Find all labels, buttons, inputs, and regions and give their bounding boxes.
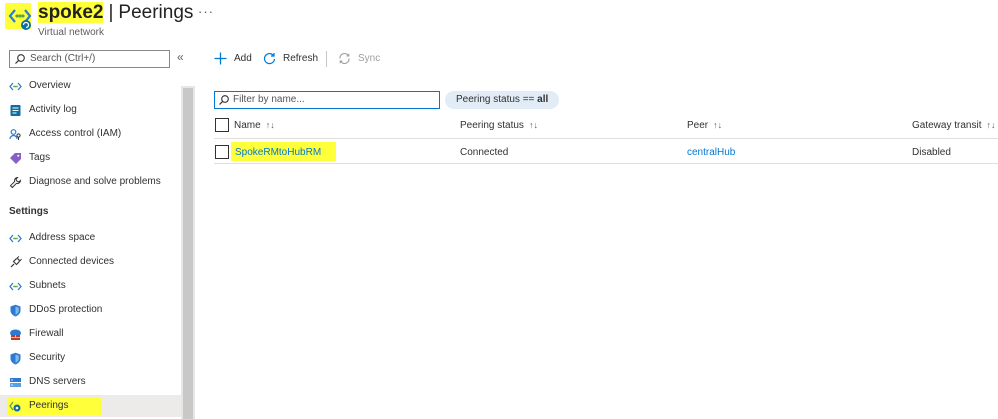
menu-item-tags[interactable]: Tags <box>0 147 181 169</box>
toolbar-divider <box>326 51 327 67</box>
row-checkbox[interactable] <box>215 145 229 159</box>
peer-link[interactable]: centralHub <box>687 147 735 158</box>
menu-item-dns-servers[interactable]: DNS servers <box>0 371 181 393</box>
blade-header: spoke2 | Peerings ··· Virtual network <box>0 0 998 44</box>
menu-item-peerings[interactable]: Peerings <box>0 395 181 417</box>
more-options-button[interactable]: ··· <box>198 4 214 19</box>
menu-search-input[interactable]: Search (Ctrl+/) <box>9 50 170 68</box>
menu-item-label: DNS servers <box>29 376 86 387</box>
title-separator: | <box>108 2 114 23</box>
settings-section-header: Settings <box>9 206 49 217</box>
resource-type-subtitle: Virtual network <box>38 27 104 38</box>
sort-icon: ↑↓ <box>986 120 996 130</box>
firewall-icon <box>10 329 21 340</box>
menu-item-label: Subnets <box>29 280 66 291</box>
column-header-label: Gateway transit <box>912 120 982 131</box>
refresh-label: Refresh <box>283 53 319 64</box>
gateway-transit-cell: Disabled <box>912 147 951 158</box>
search-icon <box>219 95 229 105</box>
table-row[interactable]: SpokeRMtoHubRM Connected centralHub Disa… <box>214 139 998 163</box>
collapse-menu-button[interactable]: « <box>177 50 184 64</box>
menu-item-access-control[interactable]: Access control (IAM) <box>0 123 181 145</box>
filter-by-name-input[interactable]: Filter by name... <box>214 91 440 109</box>
select-all-checkbox[interactable] <box>215 118 229 132</box>
vnet-icon <box>9 234 22 243</box>
sync-icon <box>339 52 350 65</box>
menu-item-label: Overview <box>29 80 71 91</box>
menu-item-label: Connected devices <box>29 256 115 267</box>
sort-icon: ↑↓ <box>265 120 275 130</box>
resource-name: spoke2 <box>38 2 104 23</box>
sort-icon: ↑↓ <box>713 120 723 130</box>
menu-item-security[interactable]: Security <box>0 347 181 369</box>
command-bar: Add Refresh Sync <box>214 50 994 70</box>
pill-value: all <box>537 94 549 105</box>
column-header-name[interactable]: Name ↑↓ <box>234 120 275 131</box>
iam-icon <box>9 129 21 140</box>
filter-placeholder: Filter by name... <box>233 94 305 105</box>
page-name: Peerings <box>118 2 194 23</box>
refresh-button[interactable]: Refresh <box>263 50 323 68</box>
column-header-gateway-transit[interactable]: Gateway transit ↑↓ <box>912 120 995 131</box>
add-button[interactable]: Add <box>214 50 259 68</box>
menu-item-label: Address space <box>29 232 96 243</box>
page-title: spoke2 | Peerings <box>38 2 193 24</box>
menu-item-address-space[interactable]: Address space <box>0 227 181 249</box>
dns-icon <box>10 378 21 387</box>
menu-item-label: Peerings <box>29 400 69 411</box>
sync-label: Sync <box>358 53 381 64</box>
peering-icon <box>9 401 21 412</box>
vnet-icon <box>9 282 22 291</box>
activity-log-icon <box>10 105 21 116</box>
menu-item-firewall[interactable]: Firewall <box>0 323 181 345</box>
add-label: Add <box>234 53 252 64</box>
add-icon <box>214 52 227 65</box>
menu-item-label: Diagnose and solve problems <box>29 176 161 187</box>
menu-item-label: Activity log <box>29 104 77 115</box>
vnet-icon <box>9 82 22 91</box>
refresh-icon <box>263 52 276 65</box>
search-icon <box>15 54 25 64</box>
menu-item-label: Firewall <box>29 328 64 339</box>
peering-status-cell: Connected <box>460 147 509 158</box>
menu-item-subnets[interactable]: Subnets <box>0 275 181 297</box>
menu-item-connected-devices[interactable]: Connected devices <box>0 251 181 273</box>
virtual-network-icon <box>8 9 32 30</box>
column-header-peering-status[interactable]: Peering status ↑↓ <box>460 120 538 131</box>
sync-button[interactable]: Sync <box>338 50 383 68</box>
menu-item-label: Security <box>29 352 66 363</box>
tag-icon <box>10 153 21 164</box>
menu-item-activity-log[interactable]: Activity log <box>0 99 181 121</box>
shield-icon <box>10 304 21 317</box>
menu-item-diagnose[interactable]: Diagnose and solve problems <box>0 171 181 193</box>
menu-item-overview[interactable]: Overview <box>0 75 181 97</box>
column-header-label: Name <box>234 120 261 131</box>
column-header-label: Peer <box>687 120 709 131</box>
menu-scrollbar-thumb[interactable] <box>183 88 193 419</box>
wrench-icon <box>9 176 22 189</box>
column-header-label: Peering status <box>460 120 524 131</box>
menu-item-label: Tags <box>29 152 51 163</box>
menu-item-label: Access control (IAM) <box>29 128 122 139</box>
menu-item-label: DDoS protection <box>29 304 103 315</box>
search-placeholder: Search (Ctrl+/) <box>30 53 96 64</box>
row-divider <box>214 163 998 164</box>
sort-icon: ↑↓ <box>528 120 538 130</box>
menu-item-ddos-protection[interactable]: DDoS protection <box>0 299 181 321</box>
plug-icon <box>10 256 22 268</box>
peering-status-filter-pill[interactable]: Peering status == all <box>445 91 560 109</box>
pill-prefix: Peering status == <box>456 94 538 105</box>
column-header-peer[interactable]: Peer ↑↓ <box>687 120 722 131</box>
peering-name-link[interactable]: SpokeRMtoHubRM <box>235 147 321 158</box>
shield-icon <box>10 352 21 365</box>
resource-menu: Search (Ctrl+/) « Overview Activity log … <box>0 46 196 419</box>
